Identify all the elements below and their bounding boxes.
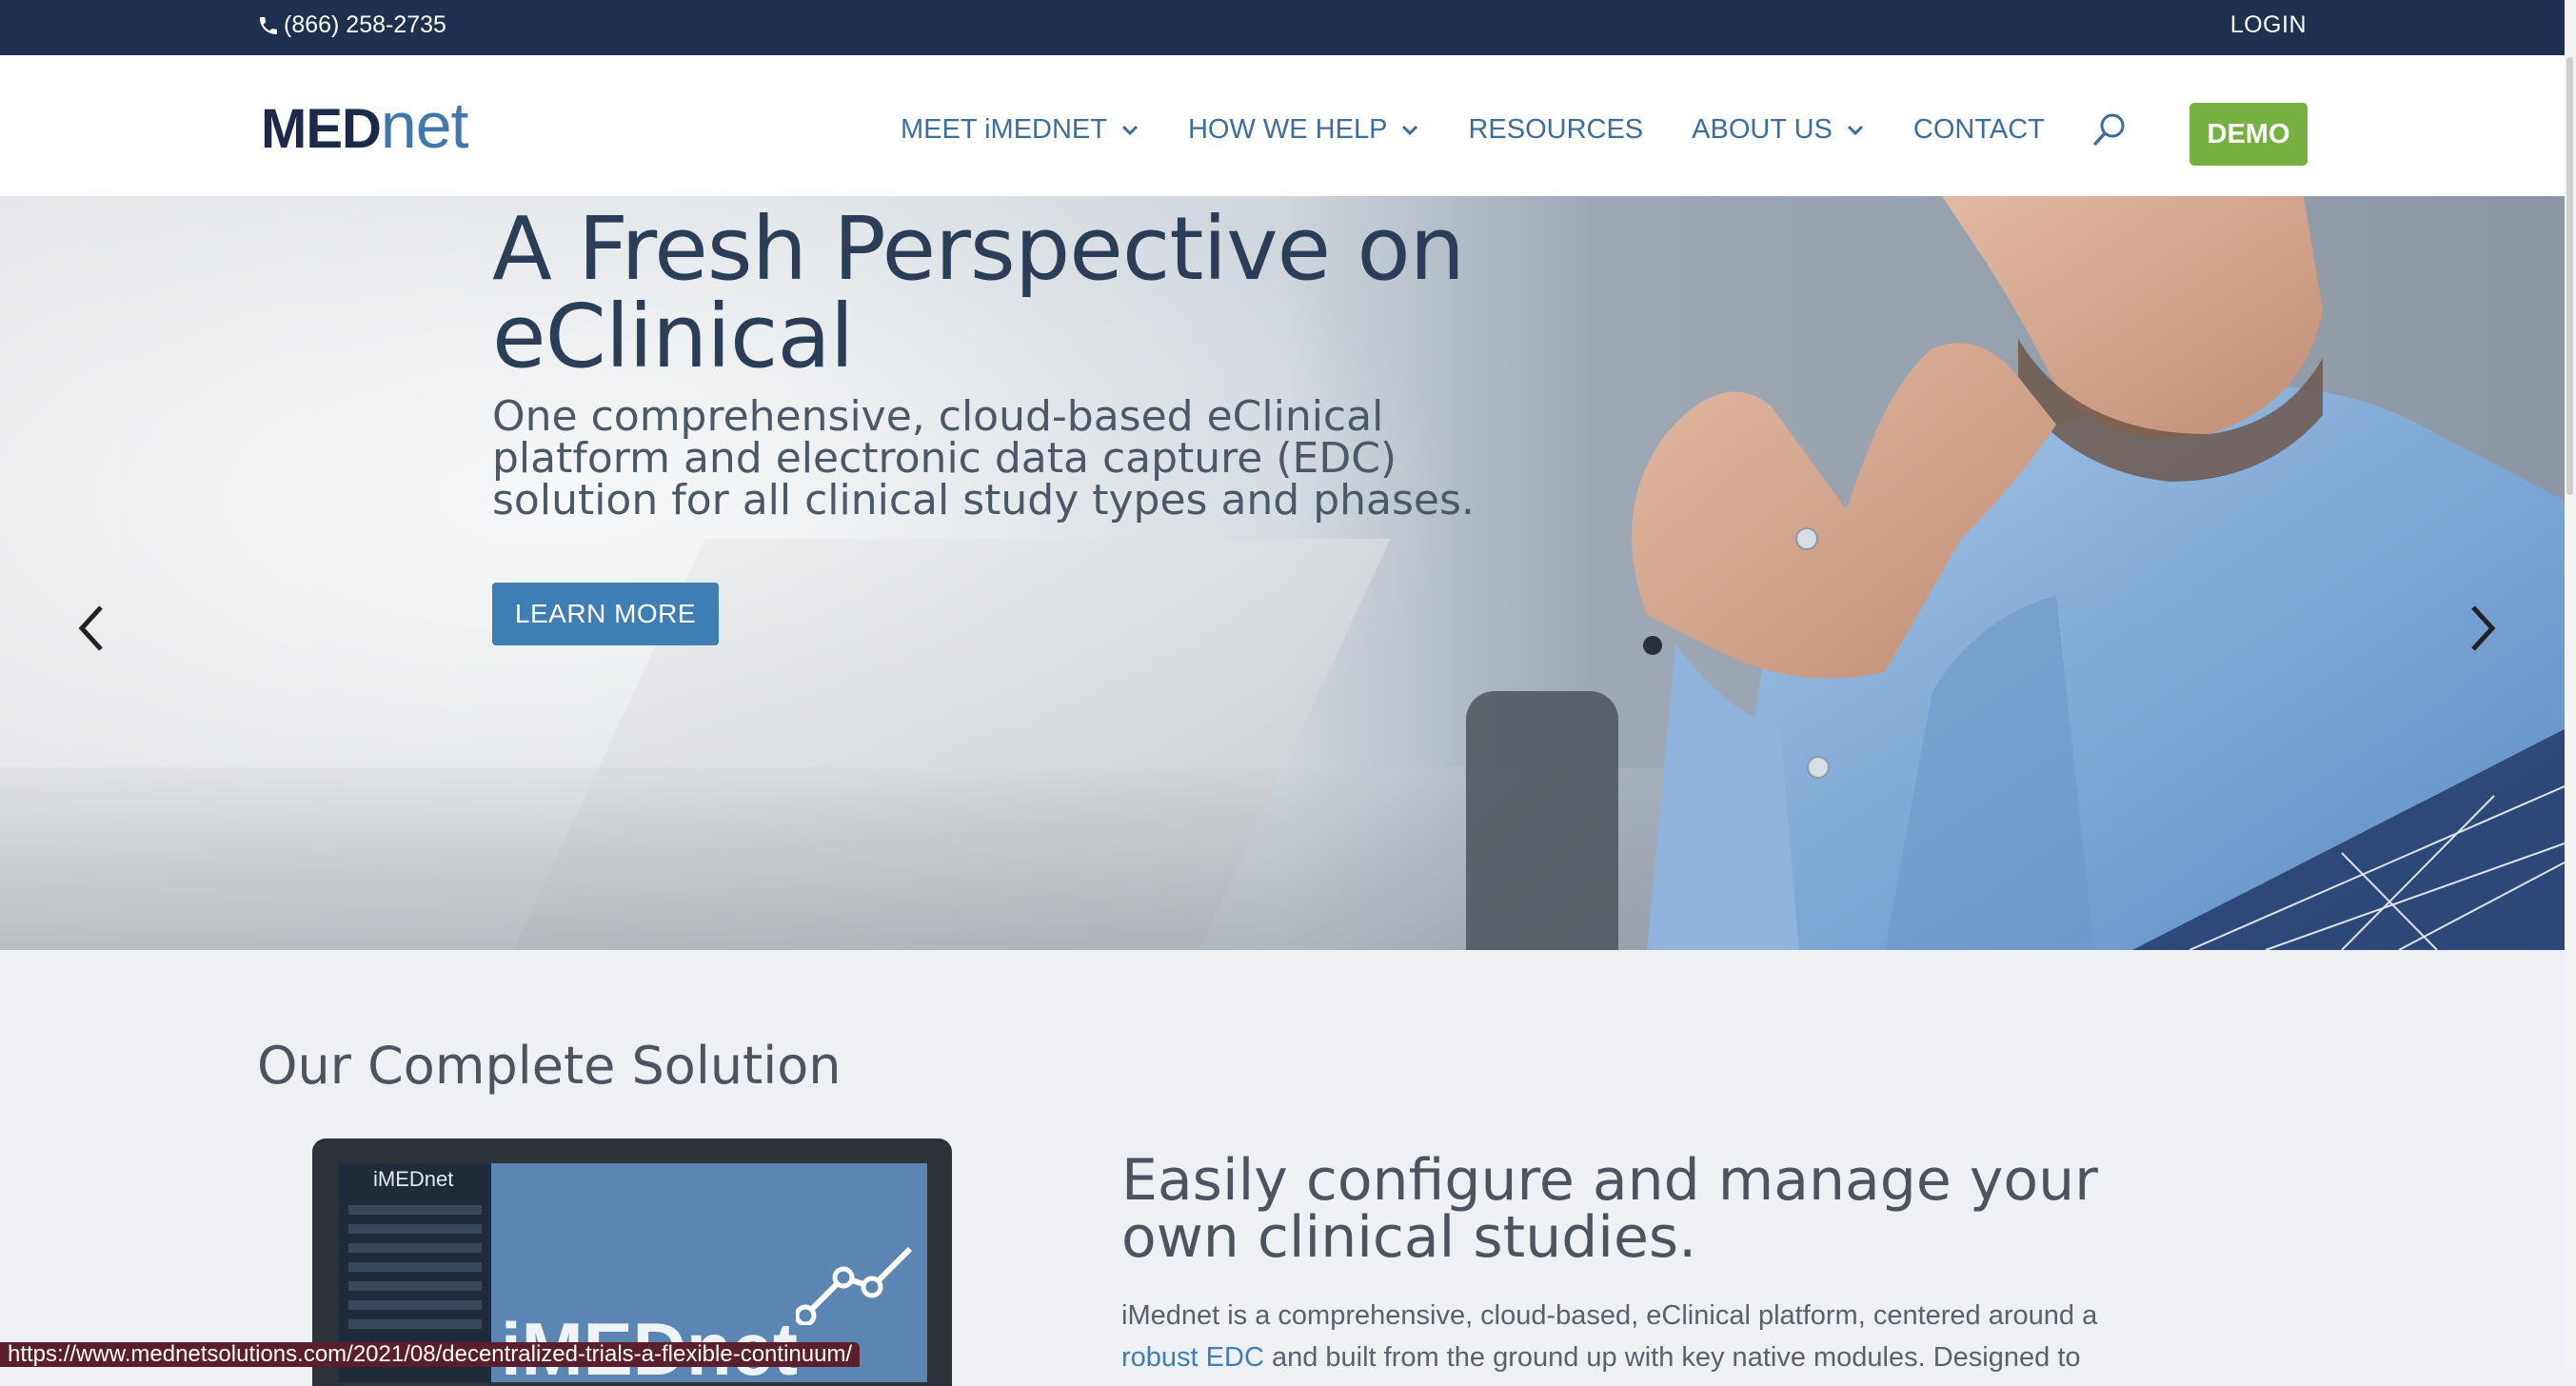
top-bar: (866) 258-2735 LOGIN xyxy=(0,0,2576,55)
mednet-logo[interactable]: MEDnet xyxy=(261,93,468,160)
robust-edc-link[interactable]: robust EDC xyxy=(1121,1342,1264,1373)
screen-app-title: iMEDnet xyxy=(373,1167,454,1191)
phone-number[interactable]: (866) 258-2735 xyxy=(284,11,446,39)
search-icon[interactable] xyxy=(2091,110,2129,148)
nav-label[interactable]: ABOUT US xyxy=(1692,114,1833,146)
screen-menu-line xyxy=(348,1224,482,1234)
screen-menu-line xyxy=(348,1300,482,1310)
nav-label[interactable]: HOW WE HELP xyxy=(1188,114,1387,146)
phone-link[interactable]: (866) 258-2735 xyxy=(257,11,446,39)
nav-label[interactable]: MEET iMEDNET xyxy=(901,114,1107,146)
nav-resources[interactable]: RESOURCES xyxy=(1468,114,1643,146)
paragraph-text: iMednet is a comprehensive, cloud-based,… xyxy=(1121,1300,2098,1331)
nav-about-us[interactable]: ABOUT US xyxy=(1692,114,1865,146)
login-link[interactable]: LOGIN xyxy=(2230,11,2307,39)
chevron-down-icon xyxy=(1847,125,1863,135)
hero-slider: A Fresh Perspective on eClinical One com… xyxy=(0,196,2565,950)
logo-net: net xyxy=(380,89,469,162)
main-nav: MEET iMEDNET HOW WE HELP RESOURCES ABOUT… xyxy=(901,114,2093,146)
screen-menu-line xyxy=(348,1205,482,1215)
paragraph-text: and built from the ground up with key na… xyxy=(1263,1342,2081,1373)
browser-status-url: https://www.mednetsolutions.com/2021/08/… xyxy=(0,1342,861,1367)
hero-subtitle: One comprehensive, cloud-based eClinical… xyxy=(492,392,1475,525)
hero-desk-image xyxy=(0,767,1714,950)
nav-contact[interactable]: CONTACT xyxy=(1913,114,2045,146)
learn-more-button[interactable]: LEARN MORE xyxy=(492,583,719,645)
nav-how-we-help[interactable]: HOW WE HELP xyxy=(1188,114,1419,146)
phone-icon xyxy=(260,16,277,34)
solution-paragraph: iMednet is a comprehensive, cloud-based,… xyxy=(1121,1295,2130,1378)
chevron-left-icon[interactable] xyxy=(72,600,110,657)
scrollbar-thumb[interactable] xyxy=(2566,57,2573,495)
screen-menu-line xyxy=(348,1243,482,1253)
nav-meet-imednet[interactable]: MEET iMEDNET xyxy=(901,114,1139,146)
screen-menu-line xyxy=(348,1319,482,1329)
screen-menu-line xyxy=(348,1262,482,1272)
section-title: Our Complete Solution xyxy=(257,1036,842,1096)
chart-line-icon xyxy=(796,1246,913,1325)
demo-button[interactable]: DEMO xyxy=(2190,103,2308,166)
logo-med: MED xyxy=(261,98,382,160)
chevron-right-icon[interactable] xyxy=(2464,600,2502,657)
chevron-down-icon xyxy=(1402,125,1418,135)
screen-menu-line xyxy=(348,1281,482,1291)
hero-person-image xyxy=(1632,196,2565,950)
hero-title: A Fresh Perspective on eClinical xyxy=(492,198,1465,387)
chevron-down-icon xyxy=(1121,125,1139,135)
nav-label[interactable]: CONTACT xyxy=(1913,114,2045,146)
solution-headline: Easily configure and manage your own cli… xyxy=(1121,1147,2098,1271)
site-header: MEDnet MEET iMEDNET HOW WE HELP RESOURCE… xyxy=(0,55,2576,196)
nav-label[interactable]: RESOURCES xyxy=(1468,114,1643,146)
